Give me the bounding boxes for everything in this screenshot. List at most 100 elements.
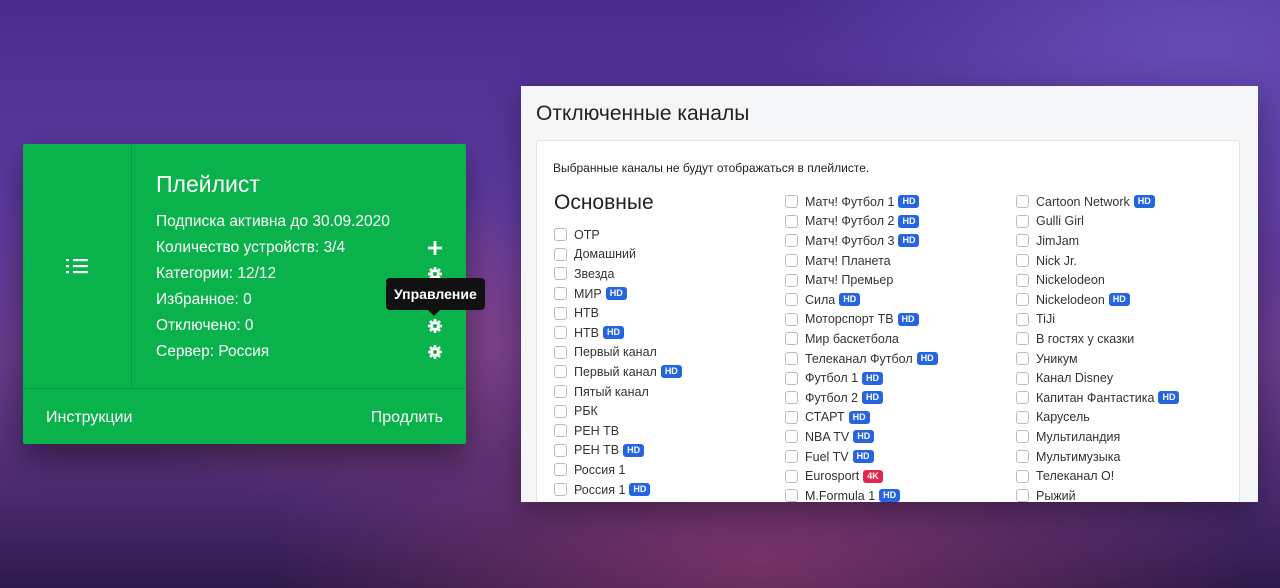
- channel-item[interactable]: РЕН ТВ: [554, 421, 619, 441]
- channel-item[interactable]: Матч! Футбол 1 HD: [785, 192, 920, 212]
- channel-item[interactable]: TiJi: [1016, 310, 1055, 330]
- channel-item[interactable]: Футбол 2 HD: [785, 388, 884, 408]
- channel-checkbox[interactable]: [1016, 273, 1029, 287]
- channel-checkbox[interactable]: [554, 483, 567, 497]
- channel-item[interactable]: Россия 1 HD: [554, 480, 651, 500]
- channel-checkbox[interactable]: [554, 287, 567, 301]
- channel-checkbox[interactable]: [785, 332, 798, 346]
- channel-item[interactable]: Футбол 1 HD: [785, 368, 884, 388]
- channel-item[interactable]: Матч! Футбол 3 HD: [785, 231, 920, 251]
- channel-checkbox[interactable]: [554, 404, 567, 418]
- channel-item[interactable]: РБК: [554, 401, 598, 421]
- gear-icon[interactable]: [428, 345, 442, 359]
- channel-checkbox[interactable]: [554, 247, 567, 261]
- channel-item[interactable]: Матч! Футбол 2 HD: [785, 212, 920, 232]
- channel-checkbox[interactable]: [785, 254, 798, 268]
- channel-checkbox[interactable]: [785, 312, 798, 326]
- channel-item[interactable]: НТВ: [554, 303, 599, 323]
- channel-checkbox[interactable]: [785, 371, 798, 385]
- channel-checkbox[interactable]: [785, 234, 798, 248]
- channel-checkbox[interactable]: [1016, 430, 1029, 444]
- channel-item[interactable]: Мир баскетбола: [785, 329, 899, 349]
- channel-checkbox[interactable]: [1016, 450, 1029, 464]
- channel-item[interactable]: Nickelodeon: [1016, 270, 1105, 290]
- channel-item[interactable]: Канал Disney: [1016, 368, 1113, 388]
- channel-checkbox[interactable]: [554, 228, 567, 242]
- channel-checkbox[interactable]: [1016, 214, 1029, 228]
- channel-item[interactable]: НТВ HD: [554, 323, 624, 343]
- channel-checkbox[interactable]: [785, 430, 798, 444]
- channel-checkbox[interactable]: [785, 450, 798, 464]
- channel-item[interactable]: Nickelodeon HD: [1016, 290, 1130, 310]
- channel-item[interactable]: Nick Jr.: [1016, 251, 1077, 271]
- channel-item[interactable]: Телеканал Футбол HD: [785, 349, 938, 369]
- quality-badge: HD: [605, 287, 627, 301]
- channel-item[interactable]: Телеканал О!: [1016, 466, 1114, 486]
- channel-checkbox[interactable]: [554, 345, 567, 359]
- channel-item[interactable]: Матч! Премьер: [785, 270, 893, 290]
- channel-item[interactable]: Eurosport 4K: [785, 466, 883, 486]
- extend-link[interactable]: Продлить: [371, 409, 443, 427]
- channel-checkbox[interactable]: [1016, 391, 1029, 405]
- channel-item[interactable]: В гостях у сказки: [1016, 329, 1134, 349]
- channel-item[interactable]: Cartoon Network HD: [1016, 192, 1155, 212]
- channel-checkbox[interactable]: [785, 293, 798, 307]
- channel-checkbox[interactable]: [785, 195, 798, 209]
- channel-checkbox[interactable]: [554, 306, 567, 320]
- channel-checkbox[interactable]: [554, 443, 567, 457]
- channel-item[interactable]: Gulli Girl: [1016, 212, 1084, 232]
- channel-checkbox[interactable]: [554, 385, 567, 399]
- channel-checkbox[interactable]: [785, 410, 798, 424]
- channel-checkbox[interactable]: [1016, 254, 1029, 268]
- channel-checkbox[interactable]: [785, 469, 798, 483]
- channel-checkbox[interactable]: [554, 463, 567, 477]
- channel-item[interactable]: JimJam: [1016, 231, 1079, 251]
- channel-item[interactable]: РЕН ТВ HD: [554, 441, 645, 461]
- channel-item[interactable]: Мультимузыка: [1016, 447, 1120, 467]
- channel-item[interactable]: Карусель: [1016, 408, 1090, 428]
- channel-item[interactable]: NBA TV HD: [785, 427, 875, 447]
- channel-checkbox[interactable]: [785, 489, 798, 502]
- channel-checkbox[interactable]: [554, 424, 567, 438]
- channel-item[interactable]: Россия 1: [554, 460, 625, 480]
- channel-name: РБК: [574, 404, 598, 419]
- channel-checkbox[interactable]: [785, 352, 798, 366]
- channel-item[interactable]: МИР HD: [554, 284, 627, 304]
- channel-checkbox[interactable]: [1016, 371, 1029, 385]
- channel-item[interactable]: M.Formula 1 HD: [785, 486, 901, 502]
- channel-item[interactable]: Сила HD: [785, 290, 861, 310]
- plus-icon[interactable]: [428, 241, 442, 255]
- channel-item[interactable]: СТАРТ HD: [785, 408, 870, 428]
- channel-item[interactable]: Первый канал: [554, 343, 657, 363]
- channel-checkbox[interactable]: [1016, 469, 1029, 483]
- channel-checkbox[interactable]: [1016, 234, 1029, 248]
- channel-item[interactable]: Мультиландия: [1016, 427, 1120, 447]
- channel-checkbox[interactable]: [554, 267, 567, 281]
- channel-item[interactable]: Пятый канал: [554, 382, 649, 402]
- channel-checkbox[interactable]: [554, 326, 567, 340]
- channel-checkbox[interactable]: [1016, 332, 1029, 346]
- channel-checkbox[interactable]: [1016, 489, 1029, 502]
- channel-checkbox[interactable]: [1016, 293, 1029, 307]
- channel-checkbox[interactable]: [1016, 195, 1029, 209]
- playlist-title: Плейлист: [156, 171, 260, 197]
- channel-item[interactable]: Уникум: [1016, 349, 1078, 369]
- channel-item[interactable]: Матч! Планета: [785, 251, 891, 271]
- channel-checkbox[interactable]: [554, 365, 567, 379]
- channel-item[interactable]: Первый канал HD: [554, 362, 682, 382]
- gear-icon[interactable]: [428, 319, 442, 333]
- channel-checkbox[interactable]: [785, 273, 798, 287]
- channel-item[interactable]: Звезда: [554, 264, 614, 284]
- channel-item[interactable]: ОТР: [554, 225, 600, 245]
- channel-checkbox[interactable]: [785, 214, 798, 228]
- channel-item[interactable]: Рыжий: [1016, 486, 1076, 502]
- channel-item[interactable]: Домашний: [554, 245, 636, 265]
- channel-checkbox[interactable]: [785, 391, 798, 405]
- channel-checkbox[interactable]: [1016, 410, 1029, 424]
- channel-item[interactable]: Капитан Фантастика HD: [1016, 388, 1180, 408]
- instructions-link[interactable]: Инструкции: [46, 409, 132, 427]
- channel-checkbox[interactable]: [1016, 312, 1029, 326]
- channel-item[interactable]: Fuel TV HD: [785, 447, 874, 467]
- channel-item[interactable]: Моторспорт ТВ HD: [785, 310, 919, 330]
- channel-checkbox[interactable]: [1016, 352, 1029, 366]
